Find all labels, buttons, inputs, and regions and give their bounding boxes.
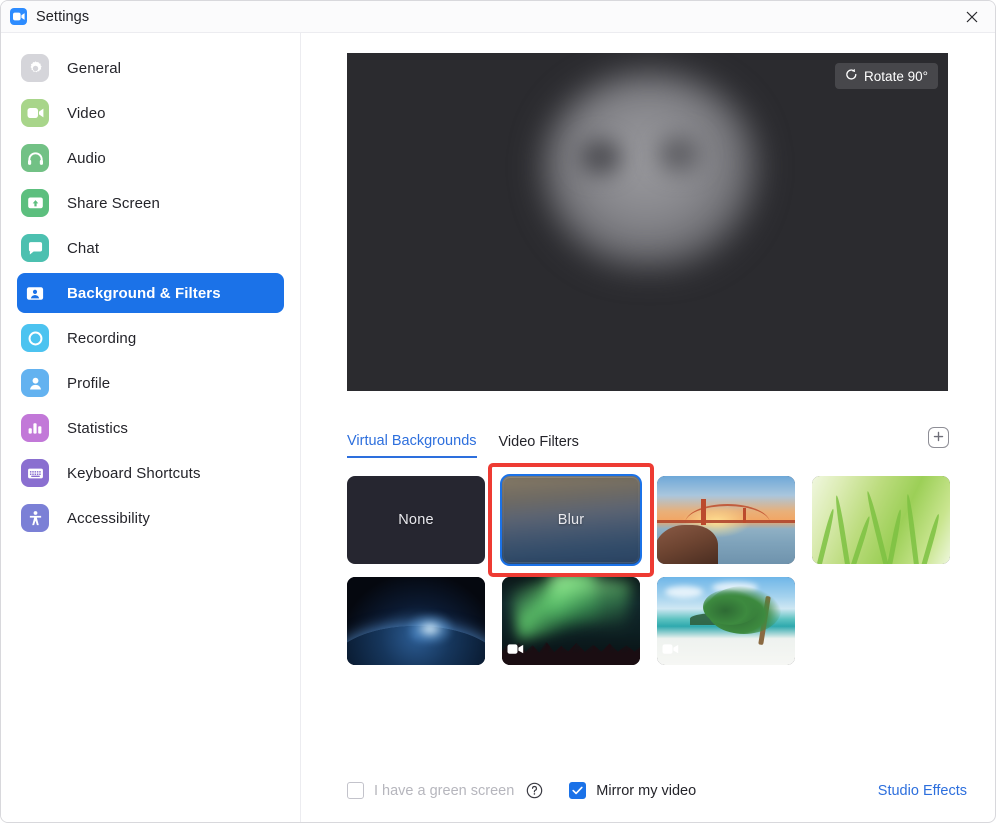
tab-virtual-backgrounds[interactable]: Virtual Backgrounds bbox=[347, 433, 477, 458]
background-cell bbox=[812, 476, 950, 564]
preview-blur-detail-left bbox=[579, 139, 621, 175]
background-cell bbox=[347, 577, 485, 665]
background-cell: Blur bbox=[488, 463, 654, 577]
add-background-button[interactable] bbox=[928, 427, 949, 448]
rotate-ccw-icon bbox=[845, 68, 858, 84]
sidebar-item-label: Audio bbox=[67, 149, 106, 167]
background-cell bbox=[657, 577, 795, 665]
background-thumb-grass[interactable] bbox=[812, 476, 950, 564]
close-icon[interactable] bbox=[949, 1, 995, 32]
background-thumb-label: Blur bbox=[557, 512, 585, 528]
background-thumb-blur[interactable]: Blur bbox=[500, 474, 642, 566]
background-filters-panel: Rotate 90° Virtual Backgrounds Video Fil… bbox=[301, 33, 995, 822]
video-camera-icon bbox=[21, 99, 49, 127]
sidebar-item-label: Keyboard Shortcuts bbox=[67, 464, 201, 482]
video-badge-icon bbox=[507, 642, 524, 660]
person-icon bbox=[21, 369, 49, 397]
window-title: Settings bbox=[36, 8, 90, 25]
preview-blurred-subject bbox=[543, 73, 758, 268]
background-thumb-aurora[interactable] bbox=[502, 577, 640, 665]
chat-bubble-icon bbox=[21, 234, 49, 262]
sidebar-item-label: Background & Filters bbox=[67, 284, 221, 302]
background-thumb-label: None bbox=[398, 512, 434, 528]
sidebar-item-share-screen[interactable]: Share Screen bbox=[17, 183, 284, 223]
keyboard-icon bbox=[21, 459, 49, 487]
bridge-artwork bbox=[657, 476, 795, 564]
sidebar-item-chat[interactable]: Chat bbox=[17, 228, 284, 268]
rotate-90-button[interactable]: Rotate 90° bbox=[835, 63, 938, 89]
bar-chart-icon bbox=[21, 414, 49, 442]
background-cell: None bbox=[347, 476, 485, 564]
green-screen-checkbox[interactable] bbox=[347, 782, 364, 799]
share-screen-icon bbox=[21, 189, 49, 217]
record-circle-icon bbox=[21, 324, 49, 352]
background-cell bbox=[657, 476, 795, 564]
grass-artwork bbox=[812, 476, 950, 564]
mirror-video-checkbox[interactable] bbox=[569, 782, 587, 799]
background-thumb-bridge[interactable] bbox=[657, 476, 795, 564]
sidebar-item-label: Video bbox=[67, 104, 106, 122]
question-mark-icon[interactable] bbox=[526, 782, 543, 799]
sidebar-item-recording[interactable]: Recording bbox=[17, 318, 284, 358]
sidebar-item-label: General bbox=[67, 59, 122, 77]
settings-sidebar: General Video Audio Share Screen Chat Ba… bbox=[1, 33, 301, 822]
rotate-90-label: Rotate 90° bbox=[864, 68, 928, 84]
background-thumb-none[interactable]: None bbox=[347, 476, 485, 564]
background-cell bbox=[502, 577, 640, 665]
title-bar: Settings bbox=[1, 1, 995, 33]
mirror-video-checkbox-group[interactable]: Mirror my video bbox=[569, 782, 696, 799]
video-badge-icon bbox=[662, 642, 679, 660]
person-card-icon bbox=[21, 279, 49, 307]
gear-icon bbox=[21, 54, 49, 82]
preview-blur-detail-right bbox=[659, 137, 699, 171]
bottom-controls: I have a green screen Mirror my video St… bbox=[347, 782, 967, 799]
green-screen-checkbox-group[interactable]: I have a green screen bbox=[347, 782, 514, 799]
video-preview: Rotate 90° bbox=[347, 53, 948, 391]
sidebar-item-profile[interactable]: Profile bbox=[17, 363, 284, 403]
sidebar-item-video[interactable]: Video bbox=[17, 93, 284, 133]
sidebar-item-accessibility[interactable]: Accessibility bbox=[17, 498, 284, 538]
sidebar-item-background-and-filters[interactable]: Background & Filters bbox=[17, 273, 284, 313]
earth-artwork bbox=[347, 577, 485, 665]
sidebar-item-label: Recording bbox=[67, 329, 137, 347]
sidebar-item-label: Share Screen bbox=[67, 194, 160, 212]
sidebar-item-keyboard-shortcuts[interactable]: Keyboard Shortcuts bbox=[17, 453, 284, 493]
sidebar-item-statistics[interactable]: Statistics bbox=[17, 408, 284, 448]
sidebar-item-label: Accessibility bbox=[67, 509, 150, 527]
sidebar-item-audio[interactable]: Audio bbox=[17, 138, 284, 178]
background-thumb-earth[interactable] bbox=[347, 577, 485, 665]
studio-effects-link[interactable]: Studio Effects bbox=[878, 783, 967, 799]
green-screen-label: I have a green screen bbox=[374, 782, 515, 799]
tab-label: Video Filters bbox=[498, 434, 579, 450]
plus-icon bbox=[933, 429, 944, 447]
sidebar-item-label: Chat bbox=[67, 239, 100, 257]
accessibility-icon bbox=[21, 504, 49, 532]
sidebar-item-label: Statistics bbox=[67, 419, 129, 437]
headset-icon bbox=[21, 144, 49, 172]
background-thumbnail-grid: None Blur bbox=[347, 463, 967, 665]
mirror-video-label: Mirror my video bbox=[596, 782, 697, 799]
sidebar-item-label: Profile bbox=[67, 374, 111, 392]
zoom-camera-icon bbox=[10, 8, 27, 25]
background-tabs: Virtual Backgrounds Video Filters bbox=[347, 427, 949, 458]
settings-window: Settings General Video Audio Share Scree… bbox=[0, 0, 996, 823]
tab-label: Virtual Backgrounds bbox=[347, 433, 477, 449]
sidebar-item-general[interactable]: General bbox=[17, 48, 284, 88]
tab-video-filters[interactable]: Video Filters bbox=[499, 434, 579, 457]
window-body: General Video Audio Share Screen Chat Ba… bbox=[1, 33, 995, 822]
background-thumb-beach[interactable] bbox=[657, 577, 795, 665]
